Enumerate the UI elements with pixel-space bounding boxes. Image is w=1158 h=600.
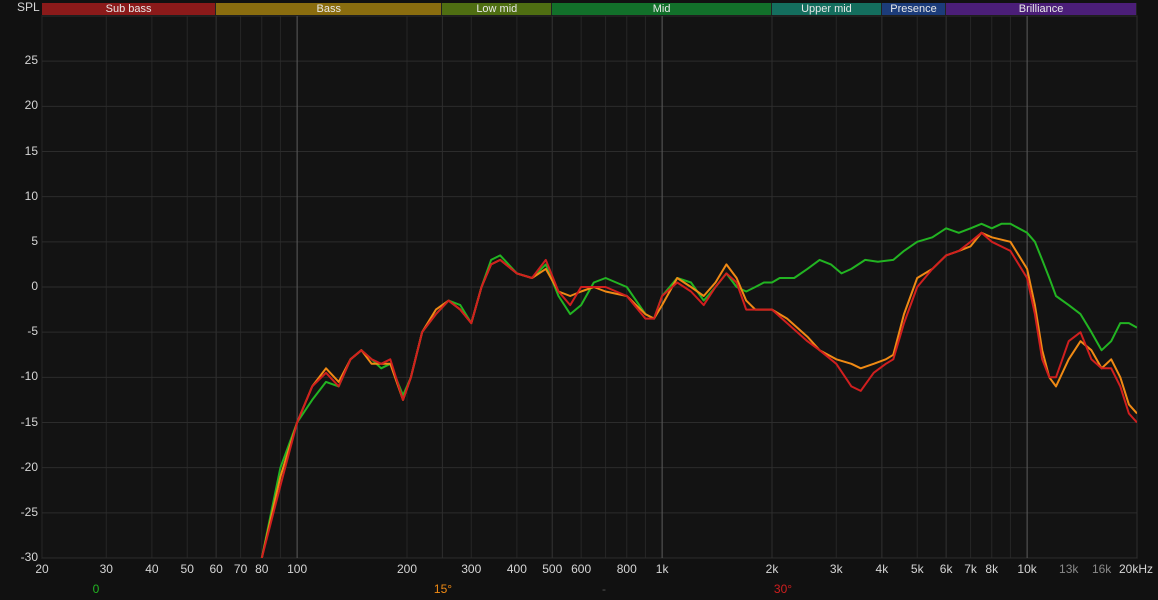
x-tick-label: 5k [910, 562, 924, 576]
y-tick-label: 20 [24, 98, 38, 113]
x-tick-label: 13k [1059, 562, 1079, 576]
x-tick-label: 400 [506, 562, 527, 576]
x-tick-label: 1k [655, 562, 669, 576]
y-tick-label: -5 [27, 324, 38, 339]
y-tick-label: 5 [31, 233, 38, 248]
y-tick-label: -15 [20, 414, 38, 429]
x-tick-label: 8k [985, 562, 999, 576]
y-tick-label: 0 [31, 279, 38, 293]
y-tick-label: 25 [24, 53, 38, 68]
x-tick-label: 300 [461, 562, 482, 576]
x-tick-label: 16k [1091, 562, 1112, 576]
legend-item[interactable]: - [602, 582, 606, 596]
y-tick-label: -20 [20, 459, 38, 474]
x-tick-label: 30 [99, 562, 113, 576]
legend-item[interactable]: 15° [434, 582, 452, 596]
x-tick-label: 50 [180, 562, 194, 576]
x-tick-label: 6k [939, 562, 953, 576]
x-tick-label: 200 [396, 562, 418, 576]
x-tick-label: 800 [616, 562, 637, 576]
legend-item[interactable]: 30° [774, 582, 792, 596]
x-tick-label: 4k [875, 562, 889, 576]
x-tick-label: 2k [765, 562, 779, 576]
y-tick-label: -10 [20, 369, 38, 384]
x-tick-label: 3k [829, 562, 843, 576]
x-tick-label: 20kHz [1119, 562, 1154, 576]
x-tick-label: 20 [35, 562, 49, 576]
x-tick-label: 600 [571, 562, 592, 576]
legend-item[interactable]: 0 [93, 582, 100, 596]
frequency-response-chart[interactable] [0, 0, 1158, 600]
x-tick-label: 7k [964, 562, 977, 576]
y-tick-label: -30 [20, 550, 38, 564]
x-tick-label: 80 [255, 562, 269, 576]
x-tick-label: 100 [287, 562, 308, 576]
y-tick-label: -25 [20, 504, 38, 519]
x-tick-label: 500 [542, 562, 563, 576]
x-tick-label: 70 [233, 562, 248, 576]
y-tick-label: 15 [24, 143, 38, 158]
x-tick-label: 40 [145, 562, 159, 576]
y-tick-label: 10 [24, 188, 38, 203]
x-tick-label: 10k [1017, 562, 1037, 576]
x-tick-label: 60 [209, 562, 223, 576]
